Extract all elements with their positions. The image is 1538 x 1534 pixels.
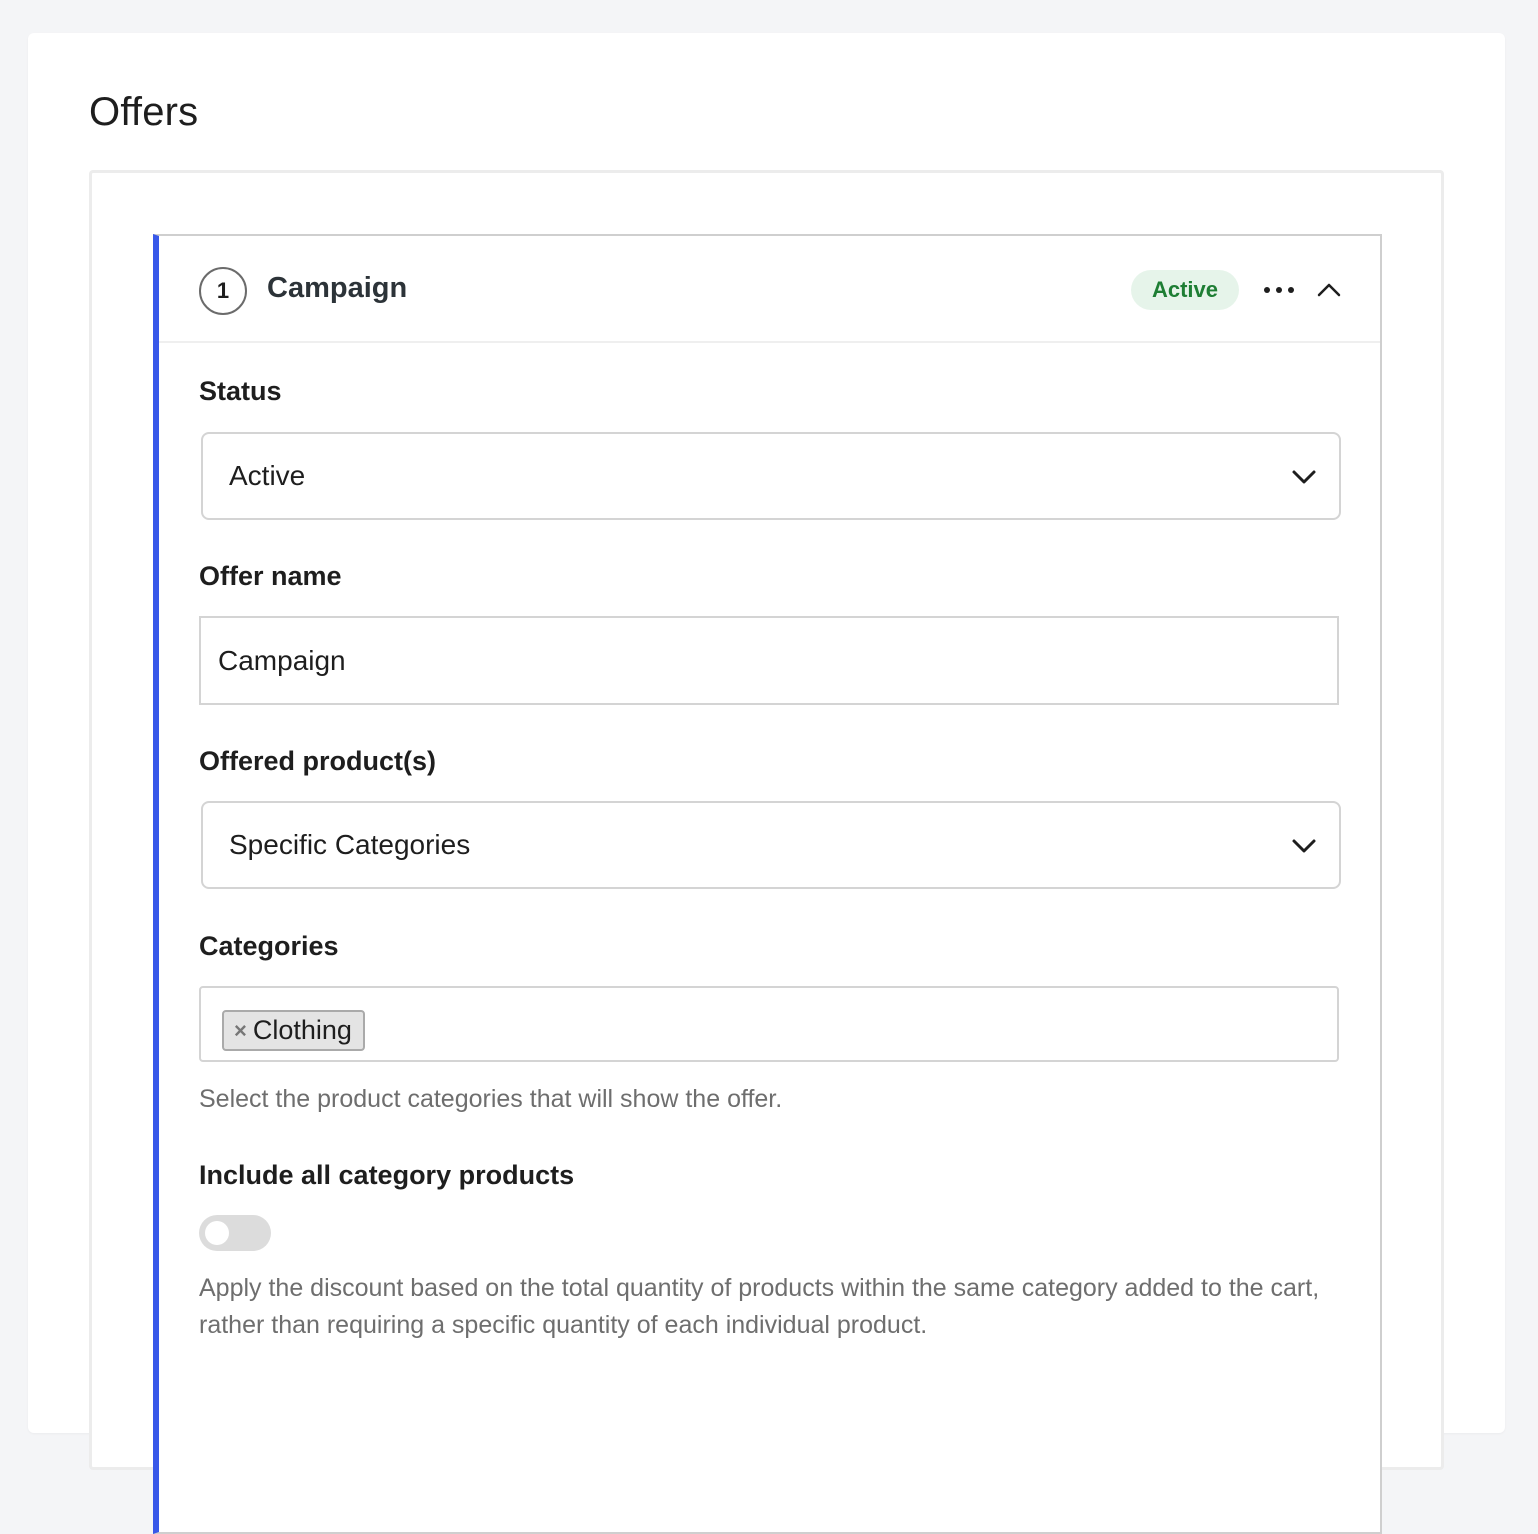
more-options-button[interactable] [1259, 270, 1299, 310]
offer-name-label: Offer name [199, 561, 342, 591]
toggle-knob [205, 1221, 229, 1245]
offer-panel: 1 Campaign Active Status Active Offer na… [153, 234, 1382, 1534]
page-title: Offers [89, 90, 199, 134]
chevron-down-icon [1292, 470, 1316, 484]
status-badge: Active [1131, 270, 1239, 310]
offer-title: Campaign [267, 272, 408, 304]
category-chip-label: Clothing [252, 1015, 352, 1045]
status-select[interactable]: Active [201, 432, 1341, 520]
offers-card: Offers 1 Campaign Active Status Active O… [28, 33, 1505, 1534]
chevron-up-icon [1317, 283, 1341, 297]
ellipsis-icon [1264, 287, 1294, 293]
category-chip: × Clothing [222, 1010, 365, 1051]
categories-help-text: Select the product categories that will … [199, 1085, 783, 1113]
offered-products-select-value: Specific Categories [229, 829, 471, 860]
offer-header[interactable]: 1 Campaign Active [159, 236, 1380, 343]
offered-products-select[interactable]: Specific Categories [201, 801, 1341, 889]
include-all-help-text: Apply the discount based on the total qu… [199, 1274, 1320, 1339]
close-icon[interactable]: × [234, 1018, 247, 1044]
offer-name-input[interactable] [199, 616, 1339, 705]
offers-container: 1 Campaign Active Status Active Offer na… [89, 170, 1444, 1534]
include-all-toggle[interactable] [199, 1215, 271, 1251]
include-all-label: Include all category products [199, 1160, 575, 1190]
status-select-value: Active [229, 460, 306, 491]
categories-label: Categories [199, 931, 339, 961]
number-circle-icon: 1 [199, 267, 247, 315]
status-label: Status [199, 376, 282, 406]
collapse-button[interactable] [1309, 270, 1349, 310]
offered-products-label: Offered product(s) [199, 746, 437, 776]
categories-multiselect[interactable]: × Clothing [199, 986, 1339, 1062]
chevron-down-icon [1292, 839, 1316, 853]
